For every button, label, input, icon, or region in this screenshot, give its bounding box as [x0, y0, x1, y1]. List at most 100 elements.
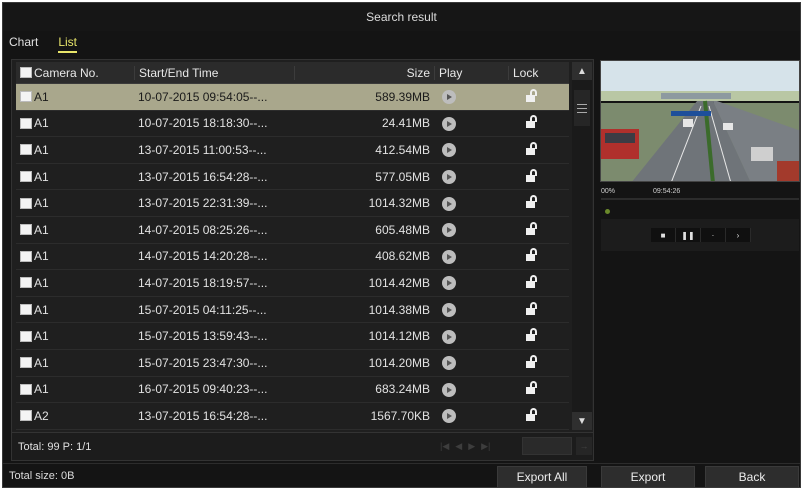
camera-value: A1: [34, 116, 49, 131]
size-cell: 577.05MB: [375, 169, 430, 184]
play-circle-icon[interactable]: [442, 223, 456, 238]
row-checkbox[interactable]: [20, 144, 32, 156]
row-checkbox[interactable]: [20, 171, 32, 183]
row-checkbox[interactable]: [20, 117, 32, 129]
row-checkbox[interactable]: [20, 357, 32, 369]
back-button[interactable]: Back: [705, 466, 799, 487]
total-count-label: Total: 99 P: 1/1: [18, 440, 92, 453]
row-checkbox[interactable]: [20, 304, 32, 316]
camera-header-label: Camera No.: [34, 65, 99, 80]
play-circle-icon[interactable]: [442, 196, 456, 211]
camera-cell: A1: [16, 143, 134, 157]
camera-value: A1: [34, 249, 49, 264]
lock-column-header: Lock: [508, 65, 569, 80]
table-row[interactable]: A1 13-07-2015 16:54:28--... 577.05MB: [16, 164, 569, 191]
row-checkbox[interactable]: [20, 410, 32, 422]
camera-value: A1: [34, 355, 49, 370]
unlock-icon[interactable]: [526, 328, 538, 342]
play-circle-icon[interactable]: [442, 329, 456, 344]
view-tabs: Chart List: [9, 35, 78, 53]
time-column-header[interactable]: Start/End Time: [134, 65, 294, 80]
play-circle-icon[interactable]: [442, 143, 456, 158]
select-all-checkbox[interactable]: [20, 67, 32, 78]
row-checkbox[interactable]: [20, 330, 32, 342]
play-circle-icon[interactable]: [442, 170, 456, 185]
time-cell: 14-07-2015 14:20:28--...: [138, 249, 268, 264]
unlock-icon[interactable]: [526, 301, 538, 315]
table-row[interactable]: A1 10-07-2015 18:18:30--... 24.41MB: [16, 111, 569, 138]
table-row[interactable]: A1 15-07-2015 04:11:25--... 1014.38MB: [16, 297, 569, 324]
play-circle-icon[interactable]: [442, 382, 456, 397]
lock-cell: [508, 168, 569, 185]
unlock-icon[interactable]: [526, 274, 538, 288]
stop-icon[interactable]: ■: [651, 228, 676, 242]
unlock-icon[interactable]: [526, 354, 538, 368]
table-row[interactable]: A1 13-07-2015 22:31:39--... 1014.32MB: [16, 190, 569, 217]
camera-value: A1: [34, 275, 49, 290]
size-column-header[interactable]: Size: [294, 65, 434, 80]
unlock-icon[interactable]: [526, 88, 538, 102]
play-circle-icon[interactable]: [442, 276, 456, 291]
table-row[interactable]: A1 14-07-2015 08:25:26--... 605.48MB: [16, 217, 569, 244]
table-scrollbar[interactable]: ▲ ▼: [572, 62, 592, 430]
row-checkbox[interactable]: [20, 91, 32, 103]
play-circle-icon[interactable]: [442, 249, 456, 264]
camera-value: A1: [34, 169, 49, 184]
fast-forward-icon[interactable]: ›: [726, 228, 751, 242]
table-row[interactable]: A1 16-07-2015 09:40:23--... 683.24MB: [16, 377, 569, 404]
row-checkbox[interactable]: [20, 250, 32, 262]
export-all-button[interactable]: Export All: [497, 466, 587, 487]
play-cell: [434, 329, 508, 344]
prev-page-icon[interactable]: ◀: [455, 441, 462, 452]
chevron-up-icon: ▲: [577, 65, 587, 77]
scroll-up-button[interactable]: ▲: [572, 62, 592, 80]
size-cell: 683.24MB: [375, 382, 430, 397]
unlock-icon[interactable]: [526, 141, 538, 155]
pause-icon[interactable]: ❚❚: [676, 228, 701, 242]
row-checkbox[interactable]: [20, 197, 32, 209]
unlock-icon[interactable]: [526, 221, 538, 235]
table-row[interactable]: A1 15-07-2015 13:59:43--... 1014.12MB: [16, 323, 569, 350]
camera-cell: A1: [16, 303, 134, 317]
table-row[interactable]: A1 10-07-2015 09:54:05--... 589.39MB: [16, 84, 569, 111]
row-checkbox[interactable]: [20, 277, 32, 289]
unlock-icon[interactable]: [526, 381, 538, 395]
unlock-icon[interactable]: [526, 168, 538, 182]
table-row[interactable]: A1 15-07-2015 23:47:30--... 1014.20MB: [16, 350, 569, 377]
lock-cell: [508, 195, 569, 211]
last-page-icon[interactable]: ▶|: [481, 441, 490, 452]
unlock-icon[interactable]: [526, 248, 538, 262]
page-number-input[interactable]: [522, 437, 572, 455]
row-checkbox[interactable]: [20, 383, 32, 395]
go-page-button[interactable]: →: [576, 437, 592, 455]
table-footer: Total: 99 P: 1/1 |◀ ◀ ▶ ▶| →: [12, 432, 593, 460]
play-circle-icon[interactable]: [442, 409, 456, 424]
row-checkbox[interactable]: [20, 224, 32, 236]
play-circle-icon[interactable]: [442, 90, 456, 105]
table-row[interactable]: A1 14-07-2015 18:19:57--... 1014.42MB: [16, 270, 569, 297]
unlock-icon[interactable]: [526, 115, 538, 129]
tab-chart[interactable]: Chart: [9, 35, 38, 53]
tab-list[interactable]: List: [58, 35, 78, 53]
playback-progress-track[interactable]: [601, 198, 799, 200]
play-circle-icon[interactable]: [442, 303, 456, 318]
unlock-icon[interactable]: [526, 195, 538, 209]
export-button[interactable]: Export: [601, 466, 695, 487]
play-circle-icon[interactable]: [442, 356, 456, 371]
camera-value: A1: [34, 142, 49, 157]
playback-handle[interactable]: [605, 209, 610, 214]
scrollbar-thumb[interactable]: [574, 90, 590, 126]
total-size-label: Total size: 0B: [9, 470, 75, 482]
scroll-down-button[interactable]: ▼: [572, 412, 592, 430]
slow-icon[interactable]: ·: [701, 228, 726, 242]
table-row[interactable]: A2 13-07-2015 16:54:28--... 1567.70KB: [16, 403, 569, 430]
play-circle-icon[interactable]: [442, 116, 456, 131]
table-row[interactable]: A1 13-07-2015 11:00:53--... 412.54MB: [16, 137, 569, 164]
unlock-icon[interactable]: [526, 407, 538, 421]
table-row[interactable]: A1 14-07-2015 14:20:28--... 408.62MB: [16, 244, 569, 271]
lock-cell: [508, 354, 569, 371]
next-page-icon[interactable]: ▶: [468, 441, 475, 452]
play-cell: [434, 222, 508, 238]
time-cell: 14-07-2015 08:25:26--...: [138, 222, 268, 237]
first-page-icon[interactable]: |◀: [440, 441, 449, 452]
